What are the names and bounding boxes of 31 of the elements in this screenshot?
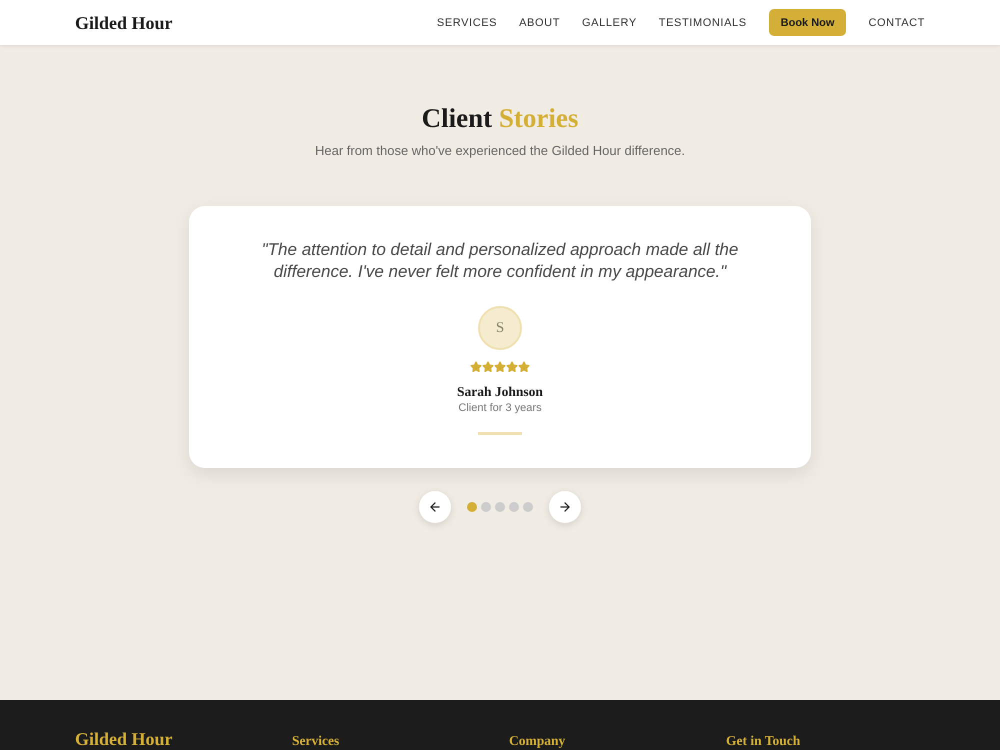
carousel-dot[interactable] — [495, 502, 505, 512]
nav-link[interactable]: ABOUT — [519, 16, 560, 28]
nav-link[interactable]: GALLERY — [582, 16, 637, 28]
star-icon — [470, 361, 482, 373]
star-icon — [482, 361, 494, 373]
carousel-dot[interactable] — [509, 502, 519, 512]
star-icon — [518, 361, 530, 373]
client-name: Sarah Johnson — [457, 384, 543, 400]
section-subtitle: Hear from those who've experienced the Gilded Hour difference. — [314, 143, 686, 159]
client-detail: Client for 3 years — [458, 401, 542, 415]
previous-button[interactable] — [419, 491, 451, 523]
section-title: Client Stories — [422, 102, 578, 135]
arrow-right-icon — [558, 500, 572, 514]
divider-line — [478, 432, 522, 435]
next-button[interactable] — [549, 491, 581, 523]
star-icon — [506, 361, 518, 373]
star-icon — [494, 361, 506, 373]
site-logo[interactable]: Gilded Hour — [75, 12, 173, 34]
carousel-dot[interactable] — [467, 502, 477, 512]
testimonial-quote: "The attention to detail and personalized approach made all the difference. I've never felt more confident in my appearance." — [260, 239, 740, 283]
carousel-dot[interactable] — [481, 502, 491, 512]
carousel-dot[interactable] — [523, 502, 533, 512]
footer-heading: Get in Touch — [726, 733, 800, 749]
footer-logo: Gilded Hour — [75, 730, 173, 749]
footer-heading: Company — [509, 733, 566, 749]
nav-link[interactable]: TESTIMONIALS — [658, 16, 747, 28]
nav-link[interactable]: CONTACT — [868, 16, 925, 28]
footer-heading: Services — [292, 733, 340, 749]
book-now-button[interactable]: Book Now — [768, 9, 846, 36]
nav-link[interactable]: SERVICES — [436, 16, 498, 28]
avatar-initial: S — [478, 306, 522, 350]
